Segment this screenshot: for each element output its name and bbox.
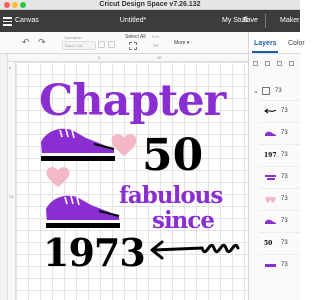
heart-top-icon[interactable] [110,133,138,157]
menu-icon[interactable] [3,15,12,27]
chapter-text[interactable]: Chapter [39,76,226,126]
layer-row[interactable]: 73 [259,210,301,232]
number-50-text[interactable]: 50 [142,130,203,181]
delete-icon[interactable] [289,61,294,66]
window-title-bar: Cricut Design Space v7.26.132 [0,0,300,10]
material-color-icon[interactable] [98,41,105,48]
document-title: Untitled* [119,17,147,24]
layer-name: 73 [281,152,288,158]
top-ruler: 9 10 [8,54,248,62]
fabulous-thumb-icon [265,175,276,180]
since-text[interactable]: since [152,207,215,234]
machine-select[interactable]: Maker [280,17,299,24]
layer-group-row[interactable]: ⌄ 73 [249,84,301,100]
ruler-mark: 10 [157,55,162,60]
edit-toolbar: ↶ ↷ Operation Basic Cut Select All Edit … [0,32,248,54]
layer-row[interactable]: 73 [259,122,301,144]
layer-row[interactable]: 73 [259,188,301,210]
layers-panel: Layers Color ⌄ 73 73 73 1973 73 73 73 73… [248,32,305,300]
select-all-label: Select All [125,34,146,40]
heart-thumb-icon [265,196,276,203]
operation-select[interactable]: Basic Cut [62,41,96,50]
design-canvas[interactable]: Chapter 50 fabulous since 1973 [16,62,248,300]
undo-icon[interactable]: ↶ [22,38,30,47]
group-icon[interactable] [253,61,258,66]
ruler-mark: 6 [9,65,12,70]
ungroup-icon[interactable] [265,61,270,66]
layer-name: 73 [281,174,288,180]
group-layer-icon [262,87,270,95]
panel-tabs: Layers Color [249,32,305,54]
arrow-thumb-icon [264,108,277,114]
operation-label: Operation [64,35,82,40]
layer-row[interactable]: 73 [259,100,301,122]
redo-icon[interactable]: ↷ [38,38,46,47]
active-tab-indicator [252,51,278,53]
heart-left-icon[interactable] [45,166,71,188]
tab-color[interactable]: Color [288,40,305,47]
window-title: Cricut Design Space v7.26.132 [99,1,201,8]
layer-name: 73 [281,196,288,202]
layer-row[interactable]: 73 [259,254,301,276]
edit-label: Edit [152,34,159,39]
app-header: Canvas Untitled* My Stuff Save Maker [0,10,300,32]
canvas-label: Canvas [15,17,39,24]
more-label: More [174,40,186,46]
ruler-mark: 9 [98,55,101,60]
layer-name: 73 [281,240,288,246]
shoe-thumb-icon [265,219,276,224]
save-button[interactable]: Save [242,17,258,24]
year-text[interactable]: 1973 [43,230,146,275]
duplicate-icon[interactable] [277,61,282,66]
layer-row[interactable]: 50 73 [259,232,301,254]
more-menu-button[interactable]: More ▾ [174,40,189,46]
layer-row[interactable]: 1973 73 [259,144,301,166]
layer-name: 73 [281,108,288,114]
ruler-mark: 10 [9,194,14,199]
squiggle-arrow-icon[interactable] [146,234,242,264]
fabulous-text[interactable]: fabulous [119,182,223,209]
left-tool-strip [0,54,8,300]
scissors-icon[interactable]: ✂ [153,42,159,50]
pen-color-icon[interactable] [108,41,115,48]
shoe-thumb-icon [265,131,276,136]
layer-thumb-text: 1973 [264,152,277,159]
layer-name: 73 [281,262,288,268]
layer-name: 73 [281,130,288,136]
chapter-thumb-icon [265,264,276,267]
sneaker-bottom-icon[interactable] [42,187,124,231]
layer-row[interactable]: 73 [259,166,301,188]
layer-thumb-text: 50 [264,240,273,247]
header-divider [265,14,266,28]
layer-name: 73 [281,218,288,224]
chevron-down-icon[interactable]: ⌄ [253,87,259,95]
select-all-icon[interactable] [129,42,137,50]
sneaker-top-icon[interactable] [38,120,118,164]
tab-layers[interactable]: Layers [254,40,277,47]
left-ruler: 6 10 [8,62,16,300]
group-label: 73 [275,88,282,94]
